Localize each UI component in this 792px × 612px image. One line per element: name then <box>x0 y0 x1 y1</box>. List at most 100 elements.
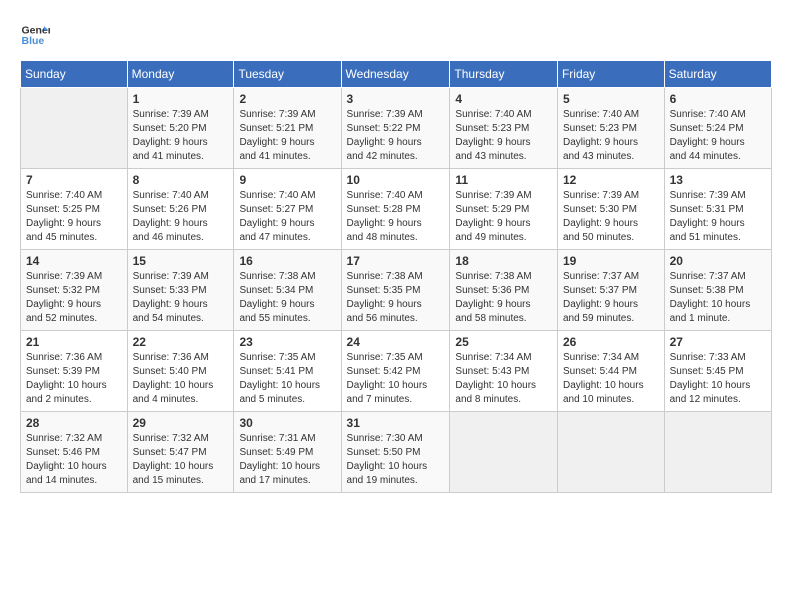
header-day-wednesday: Wednesday <box>341 61 450 88</box>
day-number: 7 <box>26 173 122 187</box>
day-info: Sunrise: 7:40 AM Sunset: 5:23 PM Dayligh… <box>563 108 659 164</box>
calendar-cell: 19 Sunrise: 7:37 AM Sunset: 5:37 PM Dayli… <box>557 250 664 331</box>
calendar-cell: 12 Sunrise: 7:39 AM Sunset: 5:30 PM Dayli… <box>557 169 664 250</box>
calendar-cell: 25Sunrise: 7:34 AM Sunset: 5:43 PM Dayli… <box>450 331 558 412</box>
day-info: Sunrise: 7:34 AM Sunset: 5:44 PM Dayligh… <box>563 351 659 407</box>
day-number: 11 <box>455 173 552 187</box>
day-info: Sunrise: 7:38 AM Sunset: 5:35 PM Dayligh… <box>347 270 445 326</box>
calendar-cell: 3 Sunrise: 7:39 AM Sunset: 5:22 PM Daylig… <box>341 88 450 169</box>
day-info: Sunrise: 7:39 AM Sunset: 5:22 PM Dayligh… <box>347 108 445 164</box>
calendar-cell: 13 Sunrise: 7:39 AM Sunset: 5:31 PM Dayli… <box>664 169 771 250</box>
day-info: Sunrise: 7:36 AM Sunset: 5:40 PM Dayligh… <box>133 351 229 407</box>
calendar-cell: 15 Sunrise: 7:39 AM Sunset: 5:33 PM Dayli… <box>127 250 234 331</box>
day-number: 23 <box>239 335 335 349</box>
calendar-cell: 2 Sunrise: 7:39 AM Sunset: 5:21 PM Daylig… <box>234 88 341 169</box>
calendar-cell: 18 Sunrise: 7:38 AM Sunset: 5:36 PM Dayli… <box>450 250 558 331</box>
calendar-cell <box>21 88 128 169</box>
day-number: 13 <box>670 173 766 187</box>
day-number: 21 <box>26 335 122 349</box>
day-info: Sunrise: 7:40 AM Sunset: 5:26 PM Dayligh… <box>133 189 229 245</box>
calendar-cell: 14 Sunrise: 7:39 AM Sunset: 5:32 PM Dayli… <box>21 250 128 331</box>
day-number: 4 <box>455 92 552 106</box>
day-info: Sunrise: 7:40 AM Sunset: 5:27 PM Dayligh… <box>239 189 335 245</box>
header-day-tuesday: Tuesday <box>234 61 341 88</box>
calendar-cell: 7 Sunrise: 7:40 AM Sunset: 5:25 PM Daylig… <box>21 169 128 250</box>
calendar-cell: 28 Sunrise: 7:32 AM Sunset: 5:46 PM Dayli… <box>21 412 128 493</box>
calendar-cell: 29Sunrise: 7:32 AM Sunset: 5:47 PM Dayli… <box>127 412 234 493</box>
calendar-cell: 8 Sunrise: 7:40 AM Sunset: 5:26 PM Daylig… <box>127 169 234 250</box>
calendar-cell: 21 Sunrise: 7:36 AM Sunset: 5:39 PM Dayli… <box>21 331 128 412</box>
day-info: Sunrise: 7:39 AM Sunset: 5:33 PM Dayligh… <box>133 270 229 326</box>
calendar-week-3: 14 Sunrise: 7:39 AM Sunset: 5:32 PM Dayli… <box>21 250 772 331</box>
day-info: Sunrise: 7:40 AM Sunset: 5:24 PM Dayligh… <box>670 108 766 164</box>
calendar-week-1: 1 Sunrise: 7:39 AM Sunset: 5:20 PM Daylig… <box>21 88 772 169</box>
calendar-week-5: 28 Sunrise: 7:32 AM Sunset: 5:46 PM Dayli… <box>21 412 772 493</box>
day-number: 18 <box>455 254 552 268</box>
day-number: 12 <box>563 173 659 187</box>
day-number: 26 <box>563 335 659 349</box>
day-info: Sunrise: 7:39 AM Sunset: 5:29 PM Dayligh… <box>455 189 552 245</box>
day-info: Sunrise: 7:39 AM Sunset: 5:30 PM Dayligh… <box>563 189 659 245</box>
logo: General Blue <box>20 20 54 50</box>
calendar-cell: 16 Sunrise: 7:38 AM Sunset: 5:34 PM Dayli… <box>234 250 341 331</box>
page-header: General Blue <box>20 20 772 50</box>
day-number: 14 <box>26 254 122 268</box>
calendar-cell <box>450 412 558 493</box>
day-number: 2 <box>239 92 335 106</box>
day-number: 27 <box>670 335 766 349</box>
calendar-cell <box>664 412 771 493</box>
calendar-cell: 23 Sunrise: 7:35 AM Sunset: 5:41 PM Dayli… <box>234 331 341 412</box>
day-info: Sunrise: 7:40 AM Sunset: 5:28 PM Dayligh… <box>347 189 445 245</box>
day-info: Sunrise: 7:35 AM Sunset: 5:42 PM Dayligh… <box>347 351 445 407</box>
calendar-cell: 9 Sunrise: 7:40 AM Sunset: 5:27 PM Daylig… <box>234 169 341 250</box>
day-number: 25 <box>455 335 552 349</box>
calendar-cell: 22Sunrise: 7:36 AM Sunset: 5:40 PM Dayli… <box>127 331 234 412</box>
day-number: 8 <box>133 173 229 187</box>
calendar-week-2: 7 Sunrise: 7:40 AM Sunset: 5:25 PM Daylig… <box>21 169 772 250</box>
header-day-friday: Friday <box>557 61 664 88</box>
calendar-body: 1 Sunrise: 7:39 AM Sunset: 5:20 PM Daylig… <box>21 88 772 493</box>
calendar-cell: 6Sunrise: 7:40 AM Sunset: 5:24 PM Daylig… <box>664 88 771 169</box>
day-number: 24 <box>347 335 445 349</box>
day-number: 10 <box>347 173 445 187</box>
day-info: Sunrise: 7:38 AM Sunset: 5:34 PM Dayligh… <box>239 270 335 326</box>
day-info: Sunrise: 7:36 AM Sunset: 5:39 PM Dayligh… <box>26 351 122 407</box>
header-day-monday: Monday <box>127 61 234 88</box>
calendar-cell: 5 Sunrise: 7:40 AM Sunset: 5:23 PM Daylig… <box>557 88 664 169</box>
header-day-thursday: Thursday <box>450 61 558 88</box>
day-number: 1 <box>133 92 229 106</box>
calendar-cell: 27Sunrise: 7:33 AM Sunset: 5:45 PM Dayli… <box>664 331 771 412</box>
day-number: 17 <box>347 254 445 268</box>
svg-text:Blue: Blue <box>22 35 45 47</box>
day-number: 15 <box>133 254 229 268</box>
day-number: 19 <box>563 254 659 268</box>
calendar-cell: 10 Sunrise: 7:40 AM Sunset: 5:28 PM Dayli… <box>341 169 450 250</box>
day-number: 28 <box>26 416 122 430</box>
day-info: Sunrise: 7:39 AM Sunset: 5:21 PM Dayligh… <box>239 108 335 164</box>
day-info: Sunrise: 7:35 AM Sunset: 5:41 PM Dayligh… <box>239 351 335 407</box>
day-info: Sunrise: 7:40 AM Sunset: 5:25 PM Dayligh… <box>26 189 122 245</box>
calendar-cell: 31Sunrise: 7:30 AM Sunset: 5:50 PM Dayli… <box>341 412 450 493</box>
day-info: Sunrise: 7:30 AM Sunset: 5:50 PM Dayligh… <box>347 432 445 488</box>
day-info: Sunrise: 7:38 AM Sunset: 5:36 PM Dayligh… <box>455 270 552 326</box>
day-info: Sunrise: 7:32 AM Sunset: 5:47 PM Dayligh… <box>133 432 229 488</box>
day-info: Sunrise: 7:39 AM Sunset: 5:31 PM Dayligh… <box>670 189 766 245</box>
day-info: Sunrise: 7:40 AM Sunset: 5:23 PM Dayligh… <box>455 108 552 164</box>
day-number: 5 <box>563 92 659 106</box>
day-number: 3 <box>347 92 445 106</box>
day-number: 20 <box>670 254 766 268</box>
day-info: Sunrise: 7:37 AM Sunset: 5:38 PM Dayligh… <box>670 270 766 326</box>
header-day-sunday: Sunday <box>21 61 128 88</box>
calendar-cell: 17 Sunrise: 7:38 AM Sunset: 5:35 PM Dayli… <box>341 250 450 331</box>
day-info: Sunrise: 7:37 AM Sunset: 5:37 PM Dayligh… <box>563 270 659 326</box>
calendar-cell: 24 Sunrise: 7:35 AM Sunset: 5:42 PM Dayli… <box>341 331 450 412</box>
calendar-cell: 1 Sunrise: 7:39 AM Sunset: 5:20 PM Daylig… <box>127 88 234 169</box>
calendar-cell: 20 Sunrise: 7:37 AM Sunset: 5:38 PM Dayli… <box>664 250 771 331</box>
day-info: Sunrise: 7:32 AM Sunset: 5:46 PM Dayligh… <box>26 432 122 488</box>
day-info: Sunrise: 7:39 AM Sunset: 5:32 PM Dayligh… <box>26 270 122 326</box>
day-info: Sunrise: 7:39 AM Sunset: 5:20 PM Dayligh… <box>133 108 229 164</box>
calendar-cell: 4 Sunrise: 7:40 AM Sunset: 5:23 PM Daylig… <box>450 88 558 169</box>
day-number: 16 <box>239 254 335 268</box>
header-row: SundayMondayTuesdayWednesdayThursdayFrid… <box>21 61 772 88</box>
day-number: 9 <box>239 173 335 187</box>
